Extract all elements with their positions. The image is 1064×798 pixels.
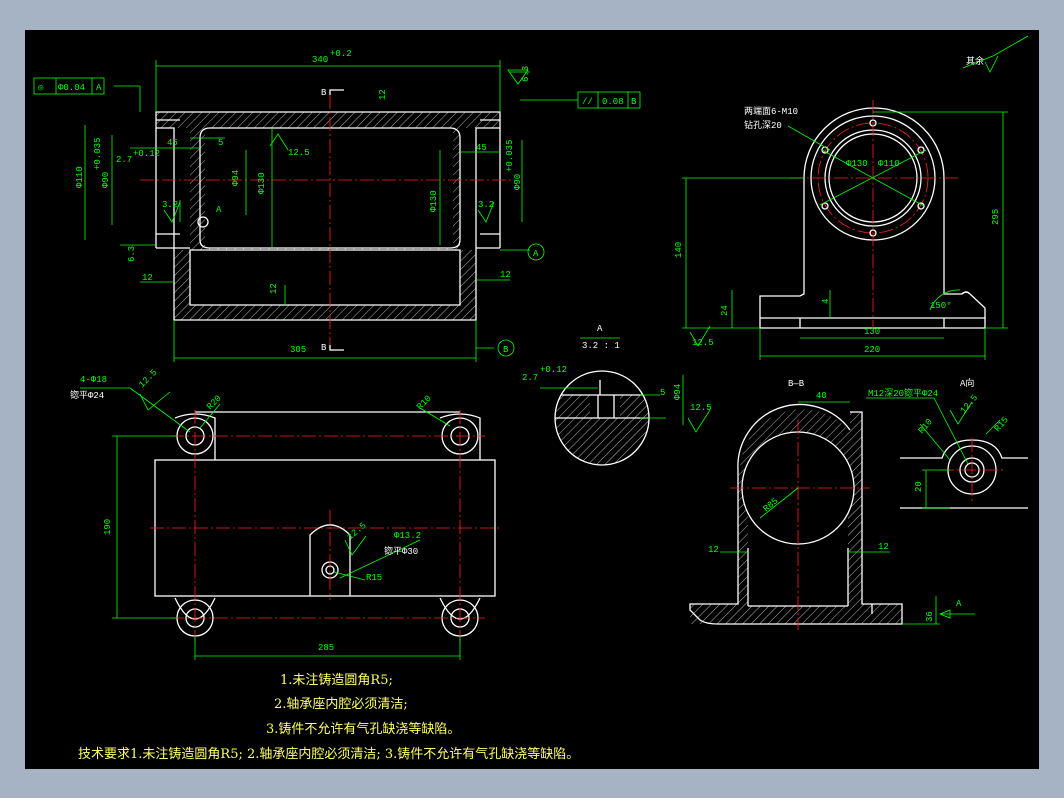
roughness-32-right: 3.2	[478, 200, 494, 210]
dim-phi90-left-tol: +0.035	[93, 138, 103, 170]
dim-5: 5	[218, 138, 223, 148]
holes-note-2: 钻孔深20	[744, 119, 782, 131]
bb-36: 36	[925, 611, 935, 622]
dim-12-c: 12	[269, 283, 279, 294]
top-190: 190	[103, 519, 113, 535]
detail-a-scale: 3.2 : 1	[582, 341, 620, 351]
parframe-ref: B	[631, 97, 637, 107]
tolframe-a-ref: A	[96, 83, 102, 93]
section-b-top: B	[321, 88, 327, 98]
viewa-note: M12深20锪平Φ24	[868, 387, 938, 399]
dim-45-left: 45	[167, 138, 178, 148]
dim-phi94: Φ94	[231, 170, 241, 186]
tolframe-a-val: Φ0.04	[58, 83, 85, 93]
side-295: 295	[991, 209, 1001, 225]
dim-63-left: 6.3	[127, 246, 137, 262]
dim-phi90-right-tol: +0.035	[505, 140, 515, 172]
viewa-20: 20	[914, 481, 924, 492]
section-bb-title: B—B	[788, 379, 805, 389]
note-2: 2.轴承座内腔必须清洁;	[274, 696, 408, 712]
tolframe-a-sym: ◎	[38, 83, 44, 93]
side-4: 4	[821, 299, 831, 304]
top-holes-1: 4-Φ18	[80, 375, 107, 385]
bb-12-left: 12	[708, 545, 719, 555]
detail-5: 5	[660, 388, 665, 398]
dim-27: 2.7	[116, 155, 132, 165]
side-phi130: Φ130	[846, 159, 868, 169]
parframe-sym: //	[582, 97, 593, 107]
circle-label-a: A	[533, 249, 539, 259]
side-phi110: Φ110	[878, 159, 900, 169]
side-140: 140	[674, 242, 684, 258]
detail-phi94: Φ94	[673, 384, 683, 400]
side-220: 220	[864, 345, 880, 355]
dim-12-top: 12	[378, 89, 388, 100]
detail-27-tol: +0.12	[540, 365, 567, 375]
top-spotface-30: 锪平Φ30	[384, 545, 418, 557]
top-phi132: Φ13.2	[394, 531, 421, 541]
detail-roughness-125: 12.5	[690, 403, 712, 413]
dim-12-a: 12	[142, 273, 153, 283]
dim-phi90-left: Φ90	[101, 172, 111, 188]
roughness-125: 12.5	[288, 148, 310, 158]
side-24: 24	[720, 305, 730, 316]
side-130: 130	[864, 327, 880, 337]
dim-45-right: 45	[476, 143, 487, 153]
side-150deg: 150°	[930, 301, 952, 311]
parframe-val: 0.08	[602, 97, 624, 107]
top-285: 285	[318, 643, 334, 653]
dim-phi130-a: Φ130	[257, 172, 267, 194]
drawing-sheet: 340 +0.2 ◎ Φ0.04 A // 0.08 B 6.3 45 45 5…	[25, 30, 1039, 769]
dim-305: 305	[290, 345, 306, 355]
holes-note-1: 两端面6-M10	[744, 105, 798, 117]
note-tech-requirements: 技术要求1.未注铸造圆角R5; 2.轴承座内腔必须清洁; 3.铸件不允许有气孔缺…	[78, 746, 579, 762]
side-other-roughness: 其余	[966, 55, 984, 67]
top-r15: R15	[366, 573, 382, 583]
side-roughness-125: 12.5	[692, 338, 714, 348]
label-a: A	[216, 205, 222, 215]
note-3: 3.铸件不允许有气孔缺浇等缺陷。	[266, 721, 460, 737]
dim-12-b: 12	[500, 270, 511, 280]
top-holes-2: 锪平Φ24	[70, 389, 104, 401]
bb-12-right: 12	[878, 542, 889, 552]
dim-phi90-right: Φ90	[513, 174, 523, 190]
roughness-32-left: 3.2	[162, 200, 178, 210]
view-a-title: A向	[960, 377, 974, 389]
section-b-bottom: B	[321, 343, 327, 353]
detail-27: 2.7	[522, 373, 538, 383]
dim-63-top: 6.3	[521, 66, 531, 82]
detail-a-title: A	[597, 324, 603, 334]
dim-phi130-b: Φ130	[429, 190, 439, 212]
dim-340: 340	[312, 55, 328, 65]
dim-27-tol: +0.12	[133, 149, 160, 159]
circle-label-b: B	[503, 345, 509, 355]
dim-340-tol: +0.2	[330, 49, 352, 59]
note-1: 1.未注铸造圆角R5;	[280, 672, 393, 688]
dim-phi110: Φ110	[75, 166, 85, 188]
bb-40: 40	[816, 391, 827, 401]
bb-arrow-a: A	[956, 599, 962, 609]
